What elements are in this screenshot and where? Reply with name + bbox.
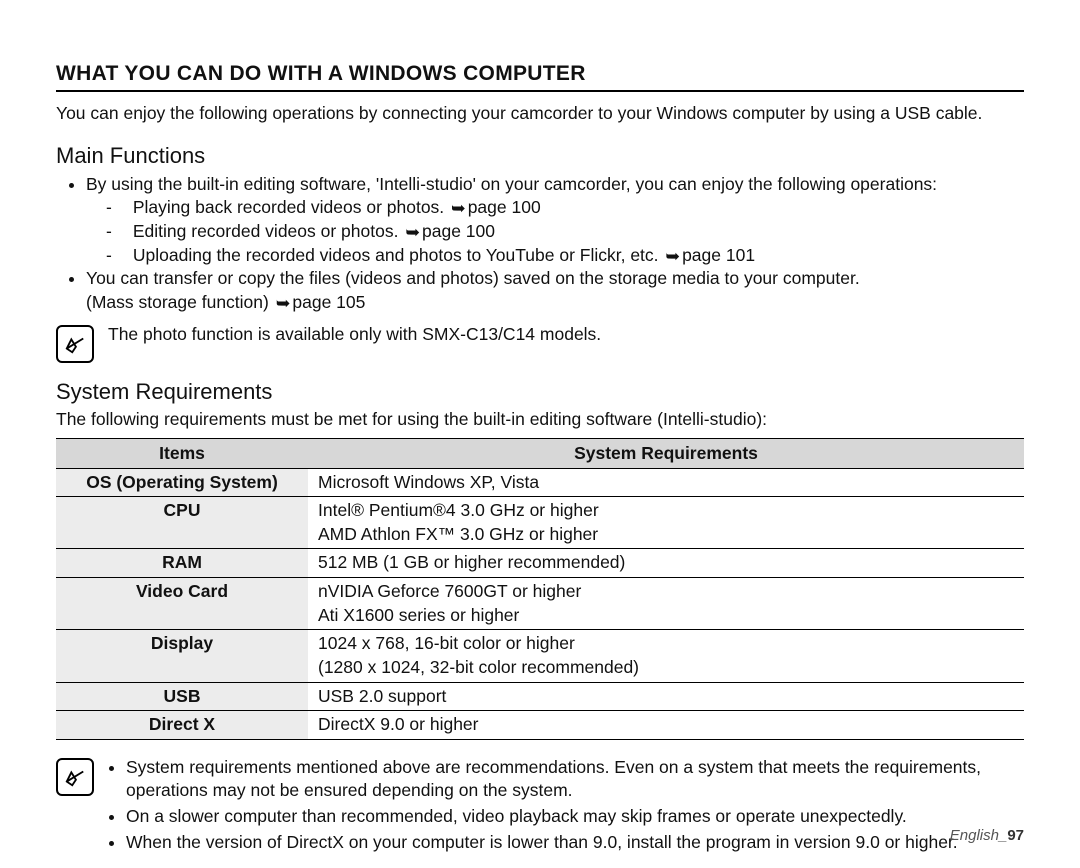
table-row: USBUSB 2.0 support [56,682,1024,711]
system-requirements-heading: System Requirements [56,379,1024,405]
table-row: OS (Operating System)Microsoft Windows X… [56,468,1024,497]
list-item: When the version of DirectX on your comp… [126,831,1024,855]
main-functions-heading: Main Functions [56,143,1024,169]
bullet-text: By using the built-in editing software, … [86,174,937,194]
note-icon [56,325,94,363]
list-item: Uploading the recorded videos and photos… [112,244,1024,268]
page-ref: page 100 [468,197,541,217]
sub-text: Playing back recorded videos or photos. [133,197,449,217]
page-ref: page 100 [422,221,495,241]
sub-list: Playing back recorded videos or photos. … [86,196,1024,267]
table-row: Video CardnVIDIA Geforce 7600GT or highe… [56,578,1024,630]
page-footer: English_97 [950,827,1024,844]
table-value: Microsoft Windows XP, Vista [308,468,1024,497]
requirements-table: Items System Requirements OS (Operating … [56,438,1024,740]
footer-notes: System requirements mentioned above are … [56,756,1024,857]
table-row: RAM512 MB (1 GB or higher recommended) [56,549,1024,578]
table-item: USB [56,682,308,711]
table-value: 1024 x 768, 16-bit color or higher(1280 … [308,630,1024,682]
list-item: By using the built-in editing software, … [86,173,1024,268]
note-icon [56,758,94,796]
footer-lang: English [950,827,999,844]
table-item: OS (Operating System) [56,468,308,497]
table-row: Direct XDirectX 9.0 or higher [56,711,1024,740]
footer-notes-list: System requirements mentioned above are … [108,756,1024,857]
table-header-items: Items [56,438,308,468]
page-title: WHAT YOU CAN DO WITH A WINDOWS COMPUTER [56,62,1024,92]
arrow-right-icon: ➥ [665,245,680,269]
table-value: nVIDIA Geforce 7600GT or higherAti X1600… [308,578,1024,630]
table-value: USB 2.0 support [308,682,1024,711]
arrow-right-icon: ➥ [276,292,291,316]
table-item: RAM [56,549,308,578]
sub-text: Uploading the recorded videos and photos… [133,245,664,265]
table-row: Display1024 x 768, 16-bit color or highe… [56,630,1024,682]
intro-text: You can enjoy the following operations b… [56,102,1024,125]
table-value: DirectX 9.0 or higher [308,711,1024,740]
page-ref: page 101 [682,245,755,265]
arrow-right-icon: ➥ [451,197,466,221]
main-functions-list: By using the built-in editing software, … [56,173,1024,315]
bullet-text: (Mass storage function) [86,292,274,312]
arrow-right-icon: ➥ [405,221,420,245]
footer-page: 97 [1007,827,1024,844]
page-ref: page 105 [292,292,365,312]
table-item: Display [56,630,308,682]
photo-note: The photo function is available only wit… [56,323,1024,363]
bullet-text: You can transfer or copy the files (vide… [86,268,860,288]
table-value: 512 MB (1 GB or higher recommended) [308,549,1024,578]
system-requirements-intro: The following requirements must be met f… [56,409,1024,430]
list-item: Editing recorded videos or photos. ➥page… [112,220,1024,244]
list-item: On a slower computer than recommended, v… [126,805,1024,829]
list-item: System requirements mentioned above are … [126,756,1024,803]
table-item: Direct X [56,711,308,740]
list-item: Playing back recorded videos or photos. … [112,196,1024,220]
table-item: CPU [56,497,308,549]
sub-text: Editing recorded videos or photos. [133,221,403,241]
table-value: Intel® Pentium®4 3.0 GHz or higherAMD At… [308,497,1024,549]
table-header-req: System Requirements [308,438,1024,468]
table-item: Video Card [56,578,308,630]
list-item: You can transfer or copy the files (vide… [86,267,1024,314]
note-text: The photo function is available only wit… [108,323,1024,347]
table-row: CPUIntel® Pentium®4 3.0 GHz or higherAMD… [56,497,1024,549]
